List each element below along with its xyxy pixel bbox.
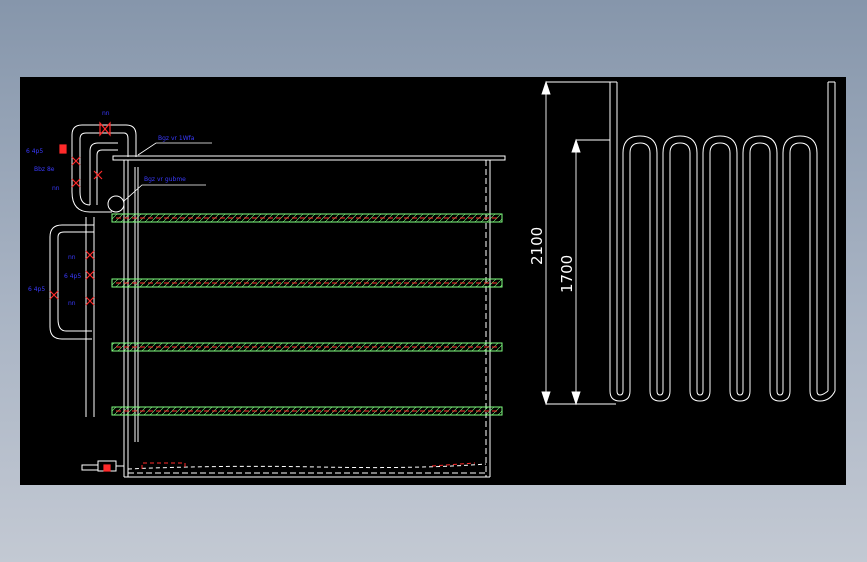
shelf-rack (111, 213, 503, 416)
valve-label: nn (52, 185, 60, 192)
valve-icon (85, 296, 95, 306)
valve-icon (49, 290, 59, 300)
heating-coil (609, 81, 836, 402)
cad-drawing-canvas[interactable]: Bgz vr 1Wfa Bgz vr gubme nn 6 4p5 Bbz 8e… (20, 77, 846, 485)
side-label: 6 4p5 (26, 148, 43, 155)
side-label: 6 4p5 (28, 286, 45, 293)
valve-icon (71, 156, 81, 166)
dimension-inner: 1700 (558, 255, 576, 293)
side-label: Bbz 8e (34, 166, 55, 173)
cad-drawing: Bgz vr 1Wfa Bgz vr gubme nn 6 4p5 Bbz 8e… (26, 80, 836, 478)
valve-label: nn (68, 254, 76, 261)
dimension-outer: 2100 (528, 227, 546, 265)
shelf-2 (111, 278, 503, 288)
valve-label: nn (102, 110, 110, 117)
dimension-lines (541, 80, 616, 406)
valve-icon (71, 178, 81, 188)
tank-body (112, 155, 506, 478)
pipe-label-mid: Bgz vr gubme (144, 176, 186, 183)
tank-lid (112, 155, 506, 161)
valve-icon (85, 270, 95, 280)
shelf-3 (111, 342, 503, 352)
valve-icon (93, 170, 103, 180)
shelf-1 (111, 213, 503, 223)
valve-icon (85, 250, 95, 260)
label-leaders (123, 142, 212, 202)
bottom-drain-markers (141, 462, 476, 469)
pipe-label-top: Bgz vr 1Wfa (158, 135, 195, 142)
valve-label: nn (68, 300, 76, 307)
shelf-4 (111, 406, 503, 416)
side-label: 6 4p5 (64, 273, 81, 280)
